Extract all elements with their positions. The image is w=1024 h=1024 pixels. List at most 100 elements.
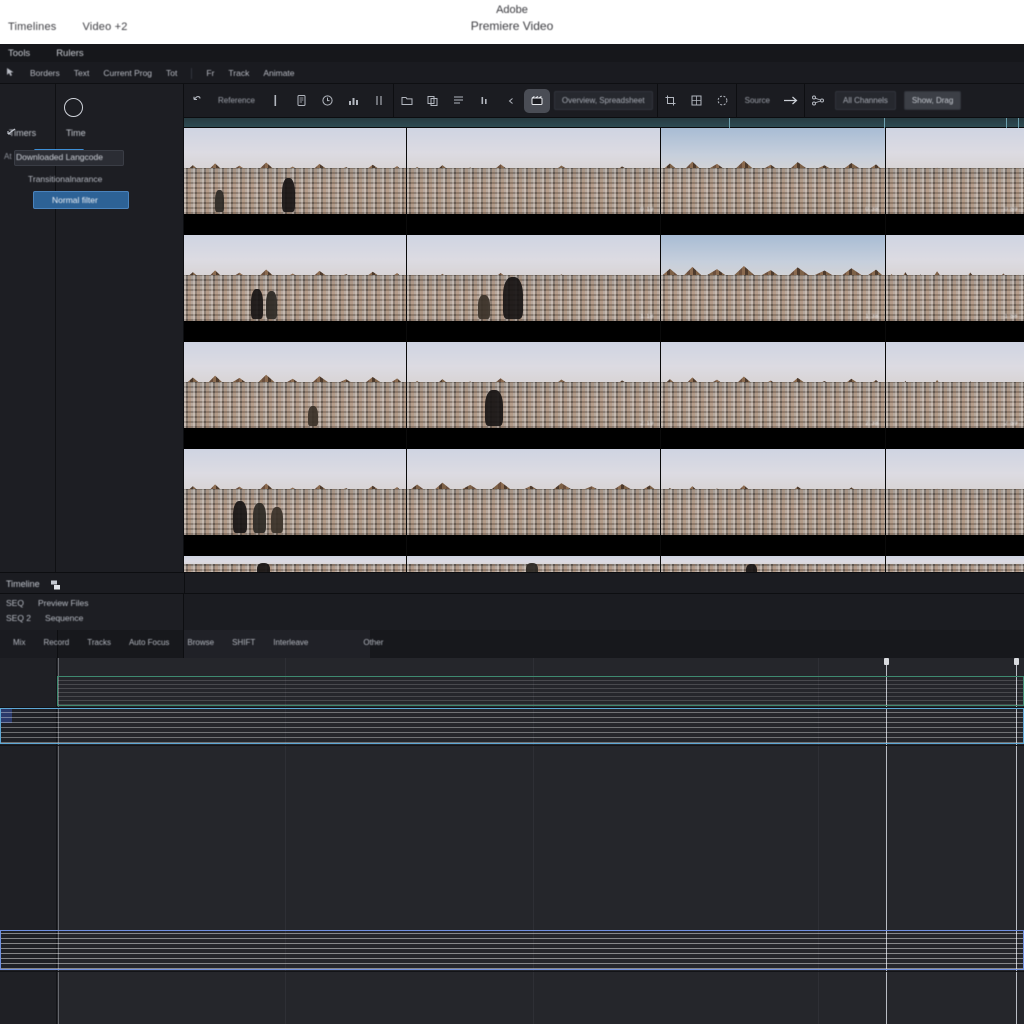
thumbnail-timestamp: 1:38 <box>865 314 879 320</box>
timeline-meta-panel: SEQ Preview Files SEQ 2 Sequence <box>0 594 184 630</box>
tool-tot[interactable]: Tot <box>166 68 177 78</box>
timeline-title: Timeline <box>6 579 40 589</box>
thumbnail <box>184 128 406 214</box>
thumbnail: 0:59 <box>886 128 1024 214</box>
preview-scrub-strip[interactable] <box>184 118 1024 128</box>
show-drag-chip[interactable]: Show, Drag <box>903 91 962 110</box>
thumbnail <box>886 449 1024 535</box>
thumbnail: 0:19 <box>407 128 660 214</box>
thumbnail-timestamp: 1:58 <box>1004 314 1018 320</box>
panel-tab-time[interactable]: Time <box>66 128 86 138</box>
sequence-icon[interactable] <box>50 578 63 590</box>
tab-tools[interactable]: Tools <box>8 48 30 59</box>
toolbar-group-4: Source <box>737 84 804 118</box>
undo-icon[interactable] <box>184 89 210 113</box>
app-title: Adobe Premiere Video <box>0 2 1024 34</box>
timeline-clip-video-2[interactable] <box>0 708 1024 744</box>
thumbnail-row: 2:19 2:38 2:59 <box>184 342 1024 428</box>
timeline-tool-auto-focus[interactable]: Auto Focus <box>120 638 178 647</box>
timeline-tracks[interactable] <box>0 658 1024 1024</box>
thumbnail <box>184 449 406 535</box>
thumbnail-timestamp: 2:19 <box>640 421 654 427</box>
list-icon[interactable] <box>446 89 472 113</box>
meta-sequence-label: Sequence <box>45 613 84 623</box>
thumbnail-timestamp: 0:59 <box>1004 207 1018 213</box>
circle-icon[interactable] <box>64 98 83 117</box>
thumbnail-timestamp: 0:38 <box>865 207 879 213</box>
tool-text[interactable]: Text <box>74 68 90 78</box>
thumbnail-grid[interactable]: 0:19 0:38 0:59 1:18 1:38 1:58 2:19 2:38 … <box>184 128 1024 576</box>
timeline-clip-video-1[interactable] <box>57 676 1024 706</box>
tool-fr[interactable]: Fr <box>206 68 214 78</box>
thumbnail-timestamp: 2:38 <box>865 421 879 427</box>
crop-icon[interactable] <box>658 89 684 113</box>
timeline-tool-shift[interactable]: SHIFT <box>223 638 264 647</box>
bars-icon[interactable] <box>472 89 498 113</box>
document-icon[interactable] <box>289 89 315 113</box>
cursor-icon[interactable] <box>6 67 16 79</box>
thumbnail <box>661 449 885 535</box>
clock-icon[interactable] <box>315 89 341 113</box>
left-properties-panel: Timers Time At Downloaded Langcode Trans… <box>0 84 184 572</box>
thumbnail <box>407 449 660 535</box>
timeline-panel-header: Timeline <box>0 572 1024 595</box>
chart-icon[interactable] <box>341 89 367 113</box>
reference-label[interactable]: Reference <box>210 96 263 105</box>
timeline-ruler-area[interactable] <box>184 594 1024 630</box>
timeline-tool-record[interactable]: Record <box>34 638 78 647</box>
timeline-tool-browse[interactable]: Browse <box>178 638 223 647</box>
thumbnail: 2:19 <box>407 342 660 428</box>
panel-tabs: Timers Time <box>0 126 184 146</box>
grid-icon[interactable] <box>684 89 710 113</box>
toolbar-group-1: Reference <box>184 84 393 118</box>
timeline-header-divider <box>184 573 185 595</box>
thumbnail: 2:59 <box>886 342 1024 428</box>
node-graph-icon[interactable] <box>805 89 831 113</box>
tool-borders[interactable]: Borders <box>30 68 60 78</box>
thumbnail-row <box>184 449 1024 535</box>
panel-tab-timers[interactable]: Timers <box>9 128 36 138</box>
folder-icon[interactable] <box>394 89 420 113</box>
field-prefix-label: At <box>4 152 12 161</box>
field-value-label: Downloaded Langcode <box>16 152 103 162</box>
overview-spreadsheet-chip[interactable]: Overview, Spreadsheet <box>553 91 653 110</box>
thumbnail: 0:38 <box>661 128 885 214</box>
menu-bar: Timelines Video +2 Adobe Premiere Video <box>0 0 1024 44</box>
app-title-line1: Adobe <box>496 4 528 16</box>
clapperboard-icon[interactable] <box>523 88 550 113</box>
thumbnail <box>184 235 406 321</box>
thumbnail-timestamp: 0:19 <box>640 207 654 213</box>
thumbnail-row: 0:19 0:38 0:59 <box>184 128 1024 214</box>
timeline-toolrow-segment <box>370 630 1024 658</box>
tab-rulers[interactable]: Rulers <box>56 48 83 59</box>
selection-icon[interactable] <box>710 89 736 113</box>
panel-subtitle: Transitionalnarance <box>28 174 103 184</box>
toolbar-divider <box>191 67 193 79</box>
arrow-right-icon[interactable] <box>778 89 804 113</box>
timeline-tool-other[interactable]: Other <box>317 638 392 647</box>
thumbnail <box>184 342 406 428</box>
timeline-tool-interleave[interactable]: Interleave <box>264 638 317 647</box>
text-cursor-icon[interactable] <box>263 89 289 113</box>
align-icon[interactable] <box>367 89 393 113</box>
tool-animate[interactable]: Animate <box>263 68 294 78</box>
source-label[interactable]: Source <box>737 96 778 105</box>
timeline-tool-tracks[interactable]: Tracks <box>78 638 120 647</box>
timeline-tool-mix[interactable]: Mix <box>4 638 34 647</box>
thumbnail-timestamp: 2:59 <box>1004 421 1018 427</box>
main-toolbar: Reference Overview, Spreadsheet Source A… <box>184 83 1024 118</box>
thumbnail: 1:38 <box>661 235 885 321</box>
meta-seq2-label: SEQ 2 <box>6 613 32 623</box>
timeline-tool-row: Mix Record Tracks Auto Focus Browse SHIF… <box>0 630 1024 658</box>
meta-preview-files-label: Preview Files <box>37 598 89 608</box>
thumbnail-timestamp: 1:18 <box>640 314 654 320</box>
tool-current-prog[interactable]: Current Prog <box>103 68 152 78</box>
all-channels-chip[interactable]: All Channels <box>835 91 896 110</box>
chevron-left-icon[interactable] <box>498 89 524 113</box>
thumbnail: 1:58 <box>886 235 1024 321</box>
selected-item-label: Normal filter <box>52 195 98 205</box>
tool-track[interactable]: Track <box>228 68 249 78</box>
timeline-clip-audio-1[interactable] <box>0 930 1024 970</box>
copy-icon[interactable] <box>420 89 446 113</box>
toolbar-group-5: All Channels Show, Drag <box>805 84 965 118</box>
